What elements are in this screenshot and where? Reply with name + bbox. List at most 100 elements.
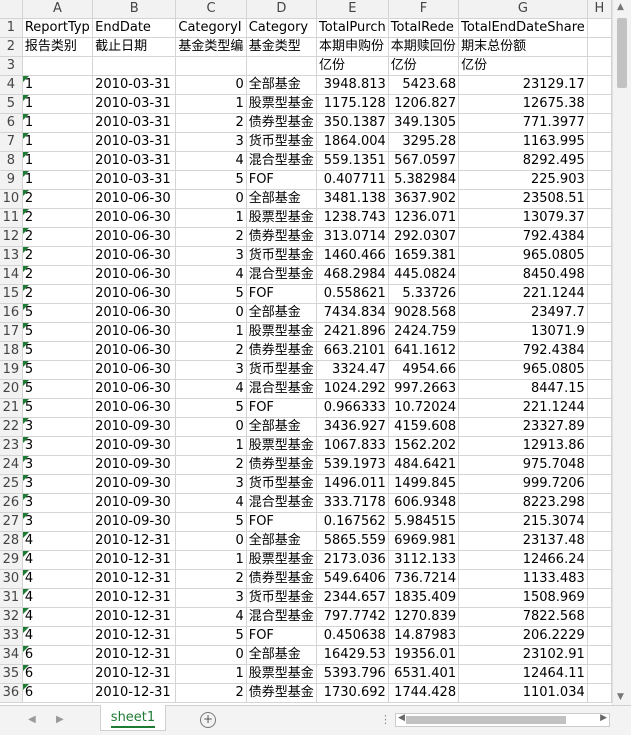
cell-h[interactable] (587, 208, 612, 228)
cell-a[interactable]: 1 (22, 113, 94, 133)
cell-a[interactable]: 6 (22, 664, 94, 684)
column-header-f[interactable]: F (388, 0, 460, 19)
row-header[interactable]: 20 (0, 379, 23, 399)
cell-c[interactable]: 2 (175, 341, 247, 361)
cell-b[interactable]: 2010-12-31 (92, 531, 177, 551)
cell-g[interactable]: 792.4384 (458, 341, 588, 361)
cell-c[interactable]: 5 (175, 284, 247, 304)
cell-f[interactable]: 4159.608 (388, 417, 460, 437)
column-header-h[interactable]: H (587, 0, 612, 19)
cell-e[interactable]: TotalPurch (316, 18, 389, 38)
cell-b[interactable]: 2010-06-30 (92, 341, 177, 361)
row-header[interactable]: 36 (0, 683, 23, 703)
cell-g[interactable]: 225.903 (458, 170, 588, 190)
cell-c[interactable]: 4 (175, 379, 247, 399)
cell-c[interactable]: 1 (175, 94, 247, 114)
cell-e[interactable]: 2344.657 (316, 588, 389, 608)
cell-h[interactable] (587, 132, 612, 152)
horizontal-scrollbar[interactable]: ◀ ▶ (395, 713, 610, 727)
row-header[interactable]: 15 (0, 284, 23, 304)
cell-b[interactable]: 2010-12-31 (92, 607, 177, 627)
cell-a[interactable]: 报告类别 (22, 37, 94, 57)
cell-e[interactable]: 0.407711 (316, 170, 389, 190)
cell-g[interactable]: 23102.91 (458, 645, 588, 665)
cell-h[interactable] (587, 189, 612, 209)
cell-g[interactable]: 12675.38 (458, 94, 588, 114)
cell-h[interactable] (587, 474, 612, 494)
cell-b[interactable]: 2010-12-31 (92, 626, 177, 646)
row-header[interactable]: 24 (0, 455, 23, 475)
cell-g[interactable]: 8447.15 (458, 379, 588, 399)
cell-a[interactable]: 5 (22, 303, 94, 323)
cell-b[interactable]: 2010-06-30 (92, 284, 177, 304)
cell-c[interactable]: 0 (175, 303, 247, 323)
cell-a[interactable]: 2 (22, 265, 94, 285)
cell-b[interactable]: 2010-09-30 (92, 512, 177, 532)
cell-f[interactable]: 本期赎回份 (388, 37, 460, 57)
cell-b[interactable]: 2010-06-30 (92, 303, 177, 323)
cell-e[interactable]: 549.6406 (316, 569, 389, 589)
row-header[interactable]: 6 (0, 113, 23, 133)
cell-h[interactable] (587, 683, 612, 703)
cell-f[interactable]: 3637.902 (388, 189, 460, 209)
cell-a[interactable]: 4 (22, 569, 94, 589)
cell-g[interactable]: 23129.17 (458, 75, 588, 95)
cell-c[interactable]: 1 (175, 436, 247, 456)
cell-d[interactable] (246, 56, 318, 76)
cell-b[interactable]: 2010-12-31 (92, 664, 177, 684)
cell-c[interactable]: 2 (175, 113, 247, 133)
cell-h[interactable] (587, 227, 612, 247)
cell-g[interactable]: 1163.995 (458, 132, 588, 152)
cell-e[interactable]: 本期申购份 (316, 37, 389, 57)
row-header[interactable]: 34 (0, 645, 23, 665)
cell-a[interactable]: 2 (22, 246, 94, 266)
cell-h[interactable] (587, 493, 612, 513)
row-header[interactable]: 21 (0, 398, 23, 418)
cell-b[interactable]: 2010-12-31 (92, 569, 177, 589)
cell-g[interactable]: 771.3977 (458, 113, 588, 133)
cell-b[interactable] (92, 56, 177, 76)
cell-b[interactable]: 2010-03-31 (92, 94, 177, 114)
cell-b[interactable]: 2010-12-31 (92, 645, 177, 665)
cell-a[interactable]: 5 (22, 322, 94, 342)
cell-b[interactable]: 2010-03-31 (92, 151, 177, 171)
cell-c[interactable]: 5 (175, 398, 247, 418)
cell-d[interactable]: 债券型基金 (246, 227, 318, 247)
cell-a[interactable]: 3 (22, 493, 94, 513)
cell-a[interactable]: 4 (22, 588, 94, 608)
cell-e[interactable]: 3436.927 (316, 417, 389, 437)
cell-c[interactable]: 4 (175, 151, 247, 171)
cell-a[interactable]: 4 (22, 626, 94, 646)
row-header[interactable]: 35 (0, 664, 23, 684)
cell-b[interactable]: 2010-06-30 (92, 265, 177, 285)
cell-a[interactable]: 5 (22, 360, 94, 380)
cell-h[interactable] (587, 664, 612, 684)
cell-e[interactable]: 3948.813 (316, 75, 389, 95)
cell-g[interactable]: 23497.7 (458, 303, 588, 323)
cell-c[interactable]: 基金类型编 (175, 37, 247, 57)
cell-c[interactable]: 2 (175, 227, 247, 247)
cell-c[interactable]: 3 (175, 360, 247, 380)
cell-g[interactable]: 975.7048 (458, 455, 588, 475)
cell-f[interactable]: 5.382984 (388, 170, 460, 190)
cell-d[interactable]: 全部基金 (246, 303, 318, 323)
cell-c[interactable]: 2 (175, 683, 247, 703)
cell-f[interactable]: 10.72024 (388, 398, 460, 418)
column-header-e[interactable]: E (316, 0, 389, 19)
row-header[interactable]: 22 (0, 417, 23, 437)
cell-f[interactable]: 1270.839 (388, 607, 460, 627)
cell-d[interactable]: 基金类型 (246, 37, 318, 57)
cell-g[interactable]: 8292.495 (458, 151, 588, 171)
cell-e[interactable]: 0.558621 (316, 284, 389, 304)
cell-b[interactable]: 2010-09-30 (92, 455, 177, 475)
cell-h[interactable] (587, 265, 612, 285)
cell-h[interactable] (587, 341, 612, 361)
cell-e[interactable]: 2421.896 (316, 322, 389, 342)
row-header[interactable]: 27 (0, 512, 23, 532)
cell-e[interactable]: 5865.559 (316, 531, 389, 551)
select-all-corner[interactable] (0, 0, 23, 19)
cell-c[interactable]: 0 (175, 531, 247, 551)
cell-f[interactable]: 4954.66 (388, 360, 460, 380)
row-header[interactable]: 8 (0, 151, 23, 171)
cell-d[interactable]: 债券型基金 (246, 683, 318, 703)
